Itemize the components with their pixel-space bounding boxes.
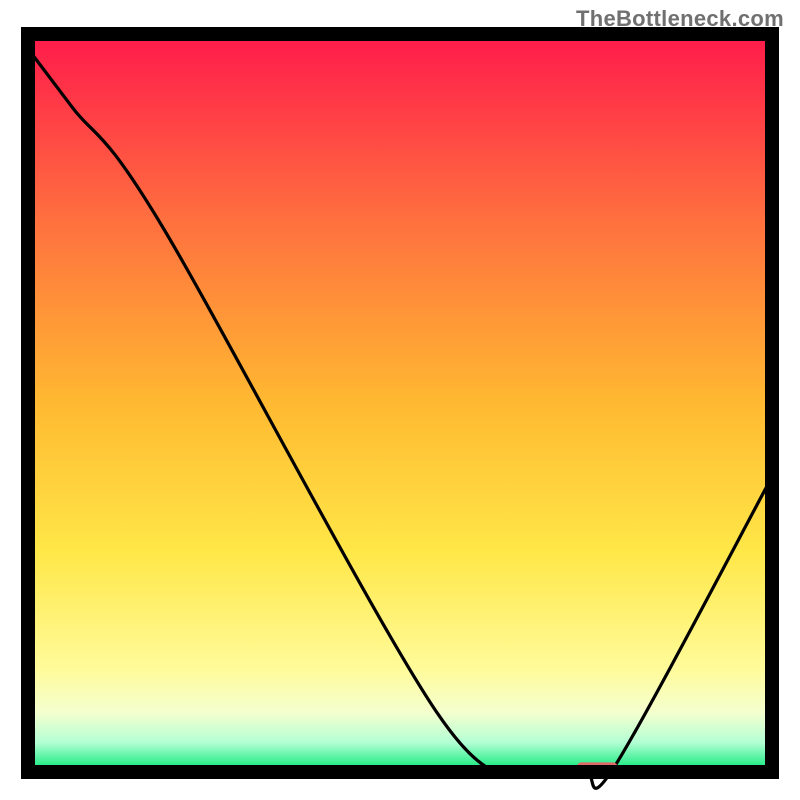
chart-container: TheBottleneck.com [0,0,800,800]
bottleneck-chart [0,0,800,800]
plot-background [28,34,772,772]
